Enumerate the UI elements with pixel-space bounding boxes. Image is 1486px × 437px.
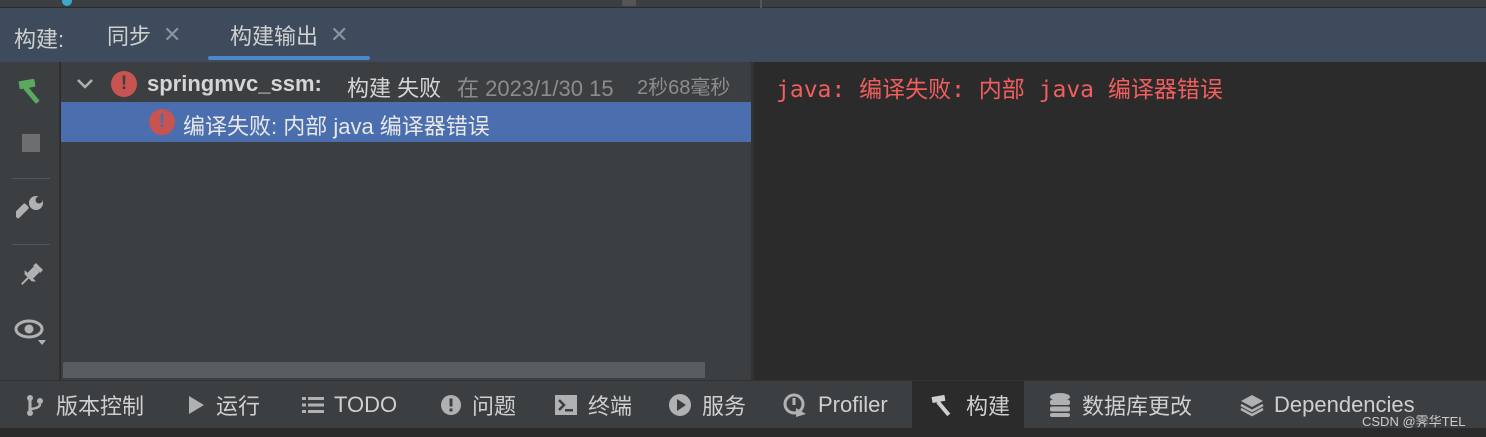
hammer-icon <box>930 392 956 418</box>
tool-tab-label: Profiler <box>818 392 888 417</box>
database-icon <box>1048 392 1072 418</box>
tool-tab-problems[interactable]: 问题 <box>440 381 516 429</box>
error-icon: ! <box>111 71 137 97</box>
tool-tab-label: 终端 <box>588 394 633 419</box>
status-bar-edge <box>0 428 1486 437</box>
editor-splitter <box>760 0 762 8</box>
console-error-line: java: 编译失败: 内部 java 编译器错误 <box>776 77 1223 103</box>
branch-icon <box>24 393 46 417</box>
settings-button[interactable] <box>12 190 50 228</box>
tool-tab-run[interactable]: 运行 <box>186 381 260 429</box>
toolbar-divider <box>12 244 50 245</box>
tool-tab-label: 版本控制 <box>56 394 145 419</box>
bottom-tool-window-bar: 版本控制 运行 TODO 问题 终端 服务 Profiler 构建 数据库更改 … <box>0 380 1486 429</box>
error-icon: ! <box>149 109 175 135</box>
terminal-icon <box>554 394 578 416</box>
toolbar-divider <box>12 178 50 179</box>
eye-icon <box>14 319 46 345</box>
tool-tab-profiler[interactable]: Profiler <box>782 381 888 429</box>
wrench-icon <box>16 196 43 219</box>
tool-tab-label: TODO <box>334 392 398 417</box>
stop-button[interactable] <box>12 124 50 162</box>
list-icon <box>302 395 324 415</box>
editor-top-strip <box>0 0 1486 8</box>
horizontal-scrollbar[interactable] <box>63 362 705 378</box>
tool-tab-label: 数据库更改 <box>1082 394 1193 419</box>
tool-tab-label: 运行 <box>216 394 261 419</box>
tool-tab-label: 服务 <box>702 394 747 419</box>
project-name: springmvc_ssm: <box>147 71 322 96</box>
tool-tab-database-changes[interactable]: 数据库更改 <box>1048 381 1192 429</box>
tool-tab-services[interactable]: 服务 <box>668 381 746 429</box>
tool-tab-todo[interactable]: TODO <box>302 381 397 429</box>
problem-icon <box>440 394 462 416</box>
scrollbar-marker-icon <box>622 0 636 6</box>
pin-button[interactable] <box>12 256 50 294</box>
tool-tab-version-control[interactable]: 版本控制 <box>24 381 144 429</box>
tab-sync[interactable]: 同步 ✕ <box>107 8 181 62</box>
view-options-button[interactable] <box>12 312 50 350</box>
tool-tab-terminal[interactable]: 终端 <box>554 381 632 429</box>
tab-sync-label: 同步 <box>107 24 152 49</box>
build-time: 在 2023/1/30 15 <box>457 76 614 101</box>
build-duration: 2秒68毫秒 <box>637 77 731 99</box>
status-dot-icon <box>62 0 72 6</box>
tool-tab-build[interactable]: 构建 <box>912 381 1024 429</box>
hammer-icon <box>18 78 40 104</box>
build-tree[interactable]: ! springmvc_ssm: 构建 失败 在 2023/1/30 15 2秒… <box>61 62 751 380</box>
tab-build-output-label: 构建输出 <box>230 24 319 49</box>
stop-icon <box>22 134 40 152</box>
tree-node-build-root[interactable]: ! springmvc_ssm: 构建 失败 在 2023/1/30 15 2秒… <box>61 64 751 104</box>
chevron-down-icon[interactable] <box>75 74 95 94</box>
tab-build-output[interactable]: 构建输出 ✕ <box>208 8 371 62</box>
build-side-toolbar <box>0 62 60 380</box>
build-status: 构建 失败 <box>347 76 442 101</box>
tool-tab-label: 构建 <box>966 394 1011 419</box>
close-icon[interactable]: ✕ <box>330 22 348 48</box>
pin-icon <box>21 262 44 285</box>
services-icon <box>668 393 692 417</box>
rebuild-button[interactable] <box>12 72 50 110</box>
close-icon[interactable]: ✕ <box>163 22 181 48</box>
error-message: 编译失败: 内部 java 编译器错误 <box>183 114 490 139</box>
tool-tab-label: 问题 <box>472 394 517 419</box>
tree-node-error-selected[interactable]: ! 编译失败: 内部 java 编译器错误 <box>61 102 751 142</box>
layers-icon <box>1240 393 1264 417</box>
play-icon <box>186 394 206 416</box>
build-panel-label: 构建: <box>14 27 65 52</box>
build-console-output[interactable]: java: 编译失败: 内部 java 编译器错误 <box>751 62 1486 380</box>
profiler-icon <box>782 392 808 418</box>
watermark: CSDN @霁华TEL <box>1362 414 1466 429</box>
build-tool-window-header: 构建: 同步 ✕ 构建输出 ✕ <box>0 8 1486 62</box>
